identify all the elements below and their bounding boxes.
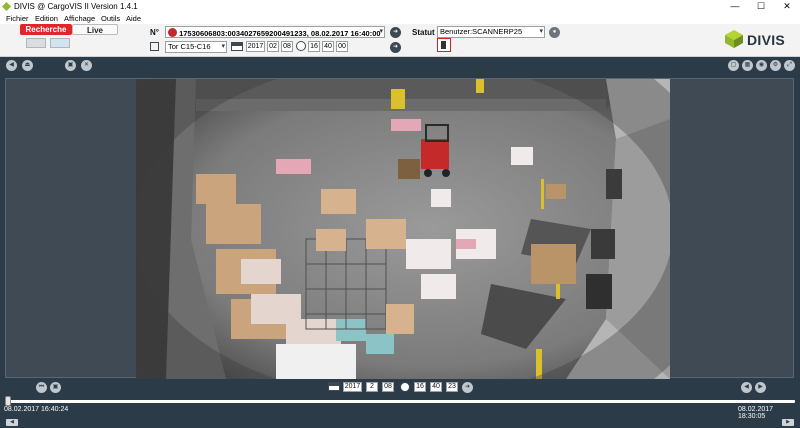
- playback-month-field[interactable]: 2: [366, 382, 378, 392]
- logo-text: DIVIS: [747, 32, 786, 48]
- timeline-handle[interactable]: [5, 396, 11, 406]
- settings-icon[interactable]: ⚙: [770, 60, 781, 71]
- warehouse-scene: [136, 79, 670, 379]
- close-button[interactable]: ✕: [774, 0, 800, 13]
- status-label: Statut: [412, 28, 435, 37]
- menu-affichage[interactable]: Affichage: [64, 14, 95, 23]
- playback-snapshot-icon[interactable]: ▣: [50, 382, 61, 393]
- menu-outils[interactable]: Outils: [101, 14, 120, 23]
- number-value: 17530606803:003402765920049123​3, 08.02.…: [179, 29, 381, 38]
- divis-cube-icon: [725, 30, 743, 48]
- playback-minute-field[interactable]: 40: [430, 382, 442, 392]
- maximize-button[interactable]: ☐: [748, 0, 774, 13]
- sub-tab-list[interactable]: [26, 38, 46, 48]
- fullscreen-icon[interactable]: ⤢: [784, 60, 795, 71]
- time-second-field[interactable]: 00: [336, 41, 348, 52]
- menu-fichier[interactable]: Fichier: [6, 14, 29, 23]
- minimize-button[interactable]: —: [722, 0, 748, 13]
- camera-icon[interactable]: ◉: [756, 60, 767, 71]
- search-toolbar: Recherche Live N° 17530606803:0034027659…: [0, 24, 800, 57]
- gate-select[interactable]: Tor C15-C16 ▾: [165, 41, 227, 53]
- playback-year-field[interactable]: 2017: [343, 382, 362, 392]
- snapshot-icon[interactable]: ▣: [65, 60, 76, 71]
- window-title: DIVIS @ CargoVIS II Version 1.4.1: [14, 2, 138, 11]
- title-bar: DIVIS @ CargoVIS II Version 1.4.1 — ☐ ✕: [0, 0, 800, 13]
- playback-hour-field[interactable]: 16: [414, 382, 426, 392]
- timeline-scroll-left-icon[interactable]: ◀: [6, 419, 18, 426]
- date-month-field[interactable]: 02: [267, 41, 279, 52]
- record-icon: [168, 28, 177, 37]
- tab-recherche[interactable]: Recherche: [20, 24, 72, 35]
- playback-day-field[interactable]: 08: [382, 382, 394, 392]
- step-forward-icon[interactable]: ▶: [755, 382, 766, 393]
- date-day-field[interactable]: 08: [281, 41, 293, 52]
- time-minute-field[interactable]: 40: [322, 41, 334, 52]
- terminal-status-icon[interactable]: [437, 38, 451, 52]
- layout-single-icon[interactable]: ▢: [728, 60, 739, 71]
- cargovis-window: DIVIS @ CargoVIS II Version 1.4.1 — ☐ ✕ …: [0, 0, 800, 428]
- go-number-button[interactable]: ➜: [390, 27, 401, 38]
- area-icon: [150, 42, 159, 51]
- tab-live[interactable]: Live: [72, 24, 118, 35]
- playback-clock-icon[interactable]: [400, 382, 410, 392]
- divis-logo: DIVIS: [724, 27, 800, 53]
- chevron-down-icon: ▾: [379, 28, 383, 35]
- menu-aide[interactable]: Aide: [126, 14, 141, 23]
- menu-bar: Fichier Edition Affichage Outils Aide: [0, 13, 800, 24]
- time-hour-field[interactable]: 16: [308, 41, 320, 52]
- calendar-icon[interactable]: [231, 42, 243, 51]
- warehouse-camera-image: [136, 79, 670, 379]
- playback-go-icon[interactable]: ➜: [462, 382, 473, 393]
- clock-icon[interactable]: [296, 41, 306, 51]
- user-icon[interactable]: ●: [549, 27, 560, 38]
- status-value: Benutzer:SCANNERP25: [440, 27, 523, 36]
- playback-back-icon[interactable]: ⏮: [36, 382, 47, 393]
- eject-icon[interactable]: ⏏: [22, 60, 33, 71]
- camera-viewport[interactable]: [5, 78, 794, 379]
- app-logo-icon: [2, 2, 11, 11]
- status-select[interactable]: Benutzer:SCANNERP25 ▾: [437, 26, 545, 38]
- number-select[interactable]: 17530606803:003402765920049123​3, 08.02.…: [165, 26, 385, 38]
- sub-tab-save[interactable]: [50, 38, 70, 48]
- cancel-icon[interactable]: ✕: [81, 60, 92, 71]
- playback-second-field[interactable]: 23: [446, 382, 458, 392]
- chevron-down-icon: ▾: [539, 28, 543, 35]
- timeline-start-time: 08.02.2017 16:40:24: [4, 406, 69, 413]
- playback-timeline[interactable]: [5, 400, 795, 403]
- layout-grid-icon[interactable]: ▦: [742, 60, 753, 71]
- playback-calendar-icon[interactable]: [328, 382, 340, 391]
- gate-value: Tor C15-C16: [168, 42, 211, 51]
- chevron-down-icon: ▾: [221, 43, 225, 50]
- date-year-field[interactable]: 2017: [246, 41, 265, 52]
- timeline-end-time: 08.02.2017 18:30:05: [738, 406, 774, 420]
- step-back-icon[interactable]: ◀: [741, 382, 752, 393]
- number-label: N°: [150, 28, 159, 37]
- previous-icon[interactable]: ◀: [6, 60, 17, 71]
- go-time-button[interactable]: ➜: [390, 42, 401, 53]
- timeline-scroll-right-icon[interactable]: ▶: [782, 419, 794, 426]
- menu-edition[interactable]: Edition: [35, 14, 58, 23]
